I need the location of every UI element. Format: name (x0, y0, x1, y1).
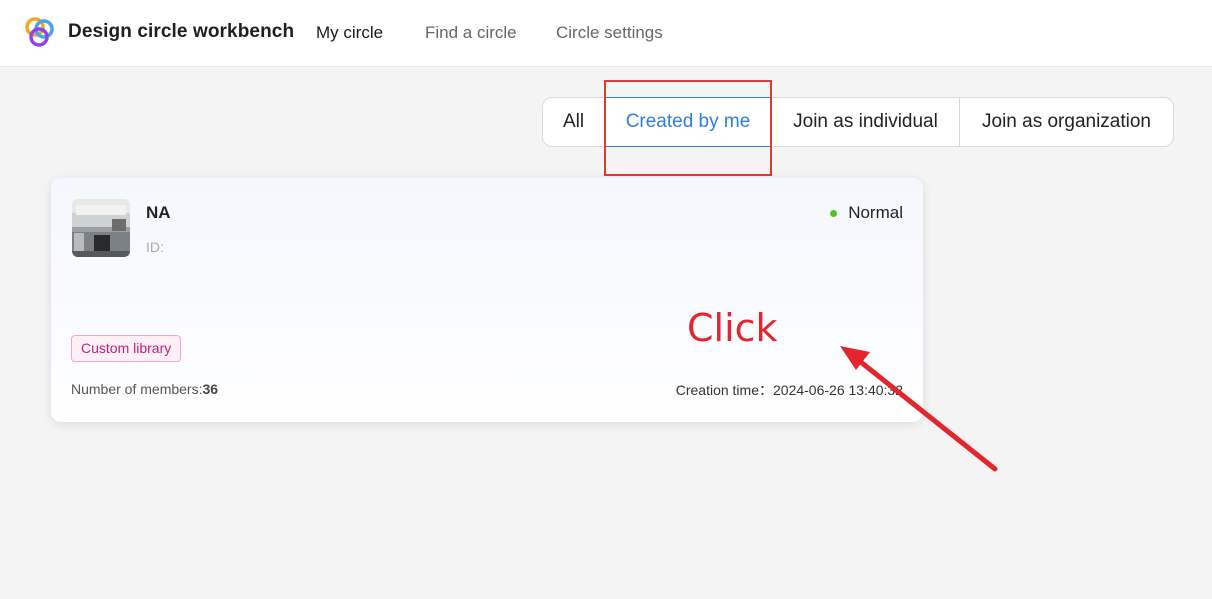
tab-join-as-individual[interactable]: Join as individual (772, 98, 960, 146)
circle-name: NA (146, 203, 171, 222)
creation-time-label: Creation time： (675, 382, 773, 398)
circle-id: ID: (146, 239, 164, 255)
tab-join-as-organization[interactable]: Join as organization (960, 98, 1173, 146)
tab-created-by-me[interactable]: Created by me (604, 97, 772, 147)
app-title: Design circle workbench (68, 21, 295, 42)
status-indicator: Normal (830, 203, 903, 223)
creation-time-value: 2024-06-26 13:40:32 (773, 382, 903, 398)
nav-find-a-circle[interactable]: Find a circle (425, 23, 517, 43)
member-count: Number of members:36 (71, 381, 218, 397)
top-navigation-bar: Design circle workbench My circle Find a… (0, 0, 1212, 67)
nav-my-circle[interactable]: My circle (316, 23, 383, 43)
app-logo-icon (25, 17, 54, 47)
circle-thumbnail (72, 199, 130, 257)
tab-all[interactable]: All (543, 98, 605, 146)
status-text: Normal (848, 203, 903, 222)
member-count-label: Number of members: (71, 381, 203, 397)
tag-custom-library: Custom library (71, 335, 182, 362)
status-dot-icon (830, 209, 838, 217)
circle-card[interactable]: NA ID: Normal Custom library Number of m… (51, 178, 923, 422)
creation-time: Creation time：2024-06-26 13:40:32 (676, 380, 903, 400)
member-count-value: 36 (202, 381, 219, 397)
nav-circle-settings[interactable]: Circle settings (556, 23, 663, 43)
annotation-click-text: Click (687, 306, 778, 350)
filter-tabs: All Created by me Join as individual Joi… (542, 97, 1174, 147)
